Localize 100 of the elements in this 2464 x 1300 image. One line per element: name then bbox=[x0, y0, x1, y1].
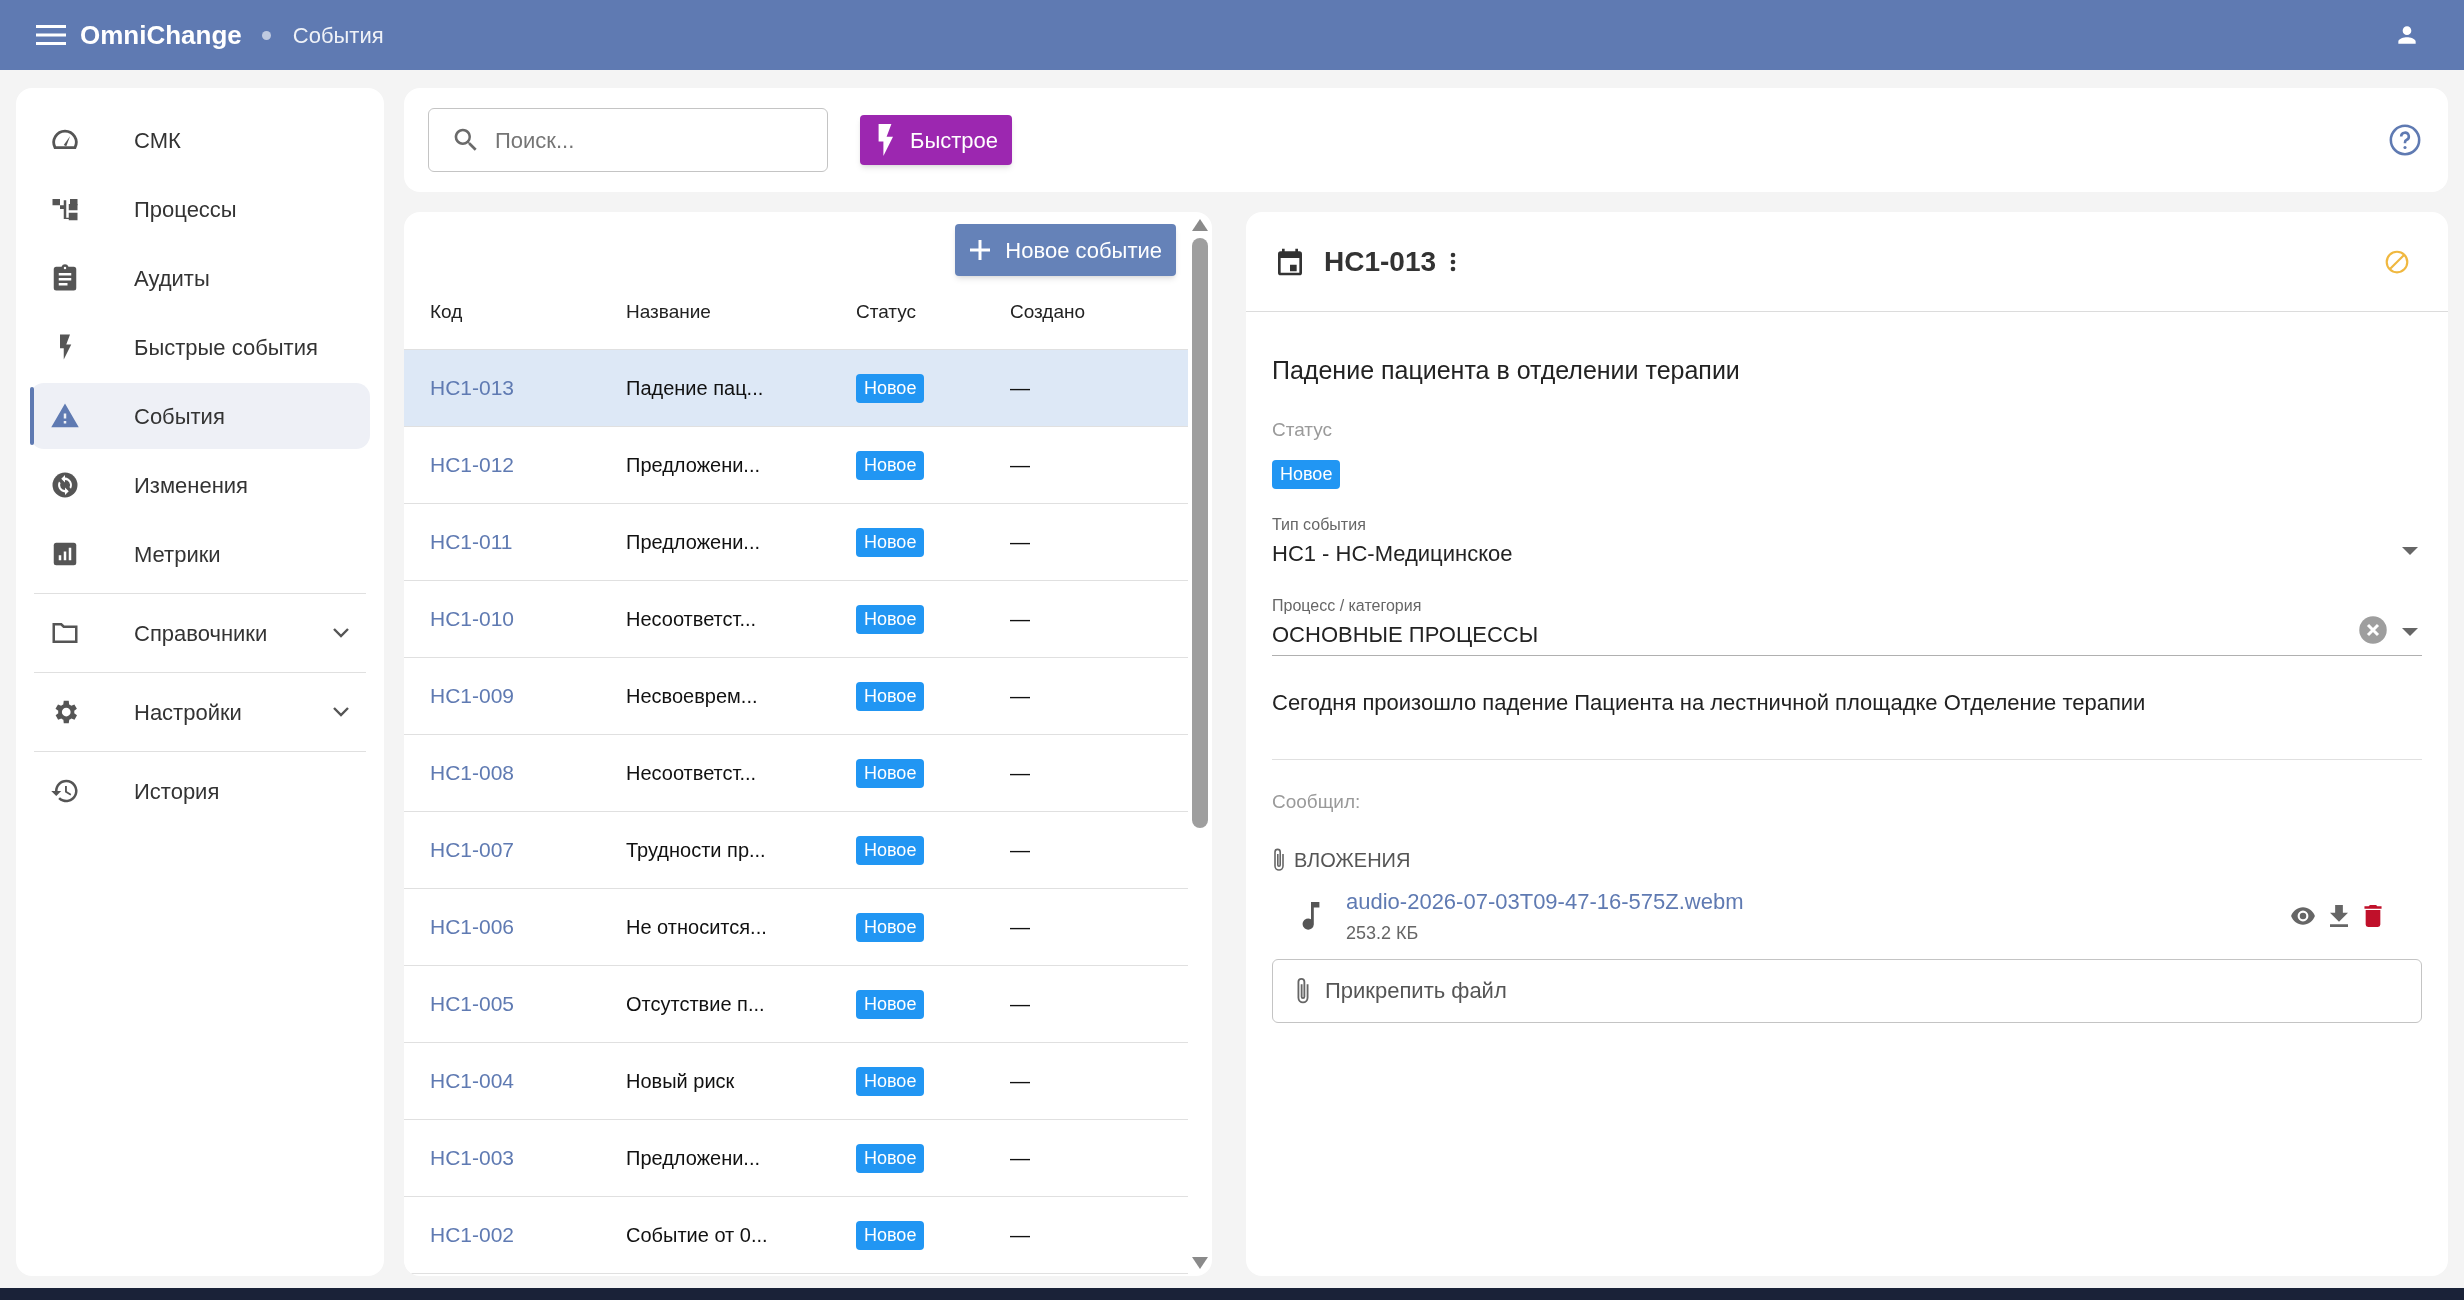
trash-icon[interactable] bbox=[2364, 904, 2382, 927]
chevron-down-icon[interactable] bbox=[332, 627, 350, 639]
status-label: Статус bbox=[1272, 417, 1334, 442]
table-cell-text: Отсутствие п... bbox=[626, 992, 766, 1017]
search-field[interactable]: Поиск... bbox=[428, 108, 828, 172]
file-size: 253.2 КБ bbox=[1346, 921, 1420, 945]
table-cell-text: — bbox=[1010, 992, 1031, 1017]
event-code-link[interactable]: НС1-004 bbox=[430, 1065, 626, 1097]
attachments-heading: ВЛОЖЕНИЯ bbox=[1294, 847, 1411, 873]
table-cell-text: Несвоеврем... bbox=[626, 684, 759, 709]
search-input: Поиск... bbox=[495, 123, 805, 157]
paperclip-icon bbox=[1272, 846, 1286, 873]
status-badge: Новое bbox=[856, 912, 925, 942]
table-cell-text: — bbox=[1010, 1223, 1031, 1248]
reporter-label: Сообщил: bbox=[1272, 790, 1362, 814]
table-cell-text: — bbox=[1010, 376, 1031, 401]
sidebar-item[interactable]: Быстрые события bbox=[30, 314, 370, 380]
table-cell-text: — bbox=[1010, 761, 1031, 786]
event-code-link[interactable]: НС1-006 bbox=[430, 911, 626, 943]
status-badge: Новое bbox=[856, 1143, 925, 1173]
column-header[interactable]: Статус bbox=[856, 298, 1010, 327]
sidebar-item[interactable]: Настройки bbox=[30, 679, 370, 745]
download-icon[interactable] bbox=[2330, 904, 2348, 927]
table-cell-text: Предложени... bbox=[626, 1146, 762, 1171]
quick-event-button[interactable]: Быстрое bbox=[860, 115, 1013, 165]
sidebar-item[interactable]: Метрики bbox=[30, 521, 370, 587]
table-cell-text: — bbox=[1010, 915, 1031, 940]
more-options-icon[interactable] bbox=[1450, 250, 1457, 273]
sidebar-item[interactable]: История bbox=[30, 758, 370, 824]
sync-icon bbox=[50, 470, 80, 500]
new-event-button[interactable]: Новое событие bbox=[955, 224, 1176, 276]
table-row[interactable]: НС1-013 Падение пац... Новое — bbox=[404, 350, 1188, 427]
status-badge: Новое bbox=[856, 1066, 925, 1096]
event-title: Падение пациента в отделении терапии bbox=[1272, 355, 1741, 386]
field-value: НС1 - НС-Медицинское bbox=[1272, 540, 1514, 568]
attachment-link[interactable]: audio-2026-07-03T09-47-16-575Z.webm bbox=[1346, 884, 1744, 918]
chevron-down-icon[interactable] bbox=[332, 706, 350, 718]
field-value: ОСНОВНЫЕ ПРОЦЕССЫ bbox=[1272, 621, 1540, 649]
event-code-title: НС1-013 bbox=[1324, 244, 1437, 279]
sidebar-item[interactable]: События bbox=[30, 383, 370, 449]
event-code-link[interactable]: НС1-008 bbox=[430, 757, 626, 789]
event-code-link[interactable]: НС1-002 bbox=[430, 1219, 626, 1251]
dropdown-arrow-icon[interactable] bbox=[2402, 627, 2418, 637]
table-cell-text: Трудности пр... bbox=[626, 838, 767, 863]
sidebar-item[interactable]: Изменения bbox=[30, 452, 370, 518]
status-badge: Новое bbox=[856, 758, 925, 788]
table-cell-text: Несоответст... bbox=[626, 761, 758, 786]
field-label: Процесс / категория bbox=[1272, 596, 1423, 616]
event-code-link[interactable]: НС1-003 bbox=[430, 1142, 626, 1174]
app-title: OmniChange bbox=[80, 18, 242, 52]
event-code-link[interactable]: НС1-011 bbox=[430, 526, 626, 558]
event-code-link[interactable]: НС1-007 bbox=[430, 834, 626, 866]
event-code-link[interactable]: НС1-012 bbox=[430, 449, 626, 481]
status-badge: Новое bbox=[856, 450, 925, 480]
status-badge: Новое bbox=[856, 604, 925, 634]
status-badge: Новое bbox=[1272, 460, 1341, 489]
dropdown-arrow-icon[interactable] bbox=[2402, 546, 2418, 556]
scroll-up-arrow-icon[interactable] bbox=[1191, 218, 1209, 232]
table-cell-text: — bbox=[1010, 607, 1031, 632]
column-header[interactable]: Код bbox=[430, 298, 626, 327]
status-badge: Новое bbox=[856, 681, 925, 711]
status-badge: Новое bbox=[856, 527, 925, 557]
clear-icon[interactable] bbox=[2358, 615, 2388, 645]
field-label: Тип события bbox=[1272, 515, 1367, 535]
table-cell-text: Новый риск bbox=[626, 1069, 736, 1094]
table-cell-text: Предложени... bbox=[626, 530, 762, 555]
column-header[interactable]: Создано bbox=[1010, 298, 1162, 327]
status-badge: Новое bbox=[856, 835, 925, 865]
status-badge: Новое bbox=[856, 989, 925, 1019]
menu-icon[interactable] bbox=[36, 24, 66, 46]
sidebar-item[interactable]: СМК bbox=[30, 107, 370, 173]
sidebar-item[interactable]: Аудиты bbox=[30, 245, 370, 311]
music-note-icon bbox=[1302, 901, 1320, 930]
scrollbar-thumb[interactable] bbox=[1192, 238, 1208, 828]
table-cell-text: — bbox=[1010, 684, 1031, 709]
select-field[interactable]: Тип события НС1 - НС-Медицинское bbox=[1272, 513, 2422, 574]
scroll-down-arrow-icon[interactable] bbox=[1191, 1256, 1209, 1270]
attach-file-button[interactable]: Прикрепить файл bbox=[1272, 958, 2422, 1023]
table-cell-text: — bbox=[1010, 838, 1031, 863]
table-cell-text: Событие от 0... bbox=[626, 1223, 769, 1248]
event-code-link[interactable]: НС1-005 bbox=[430, 988, 626, 1020]
status-badge: Новое bbox=[856, 1220, 925, 1250]
table-cell-text: — bbox=[1010, 530, 1031, 555]
table-cell-text: — bbox=[1010, 1146, 1031, 1171]
event-description: Сегодня произошло падение Пациента на лестничной площадке Отделение терапии bbox=[1272, 686, 2422, 760]
select-field[interactable]: Процесс / категория ОСНОВНЫЕ ПРОЦЕССЫ bbox=[1272, 594, 2422, 656]
eye-icon[interactable] bbox=[2290, 906, 2316, 925]
table-cell-text: Падение пац... bbox=[626, 376, 765, 401]
table-cell-text: Не относится... bbox=[626, 915, 768, 940]
sidebar-item[interactable]: Процессы bbox=[30, 176, 370, 242]
sidebar-item[interactable]: Справочники bbox=[30, 600, 370, 666]
table-cell-text: Предложени... bbox=[626, 453, 762, 478]
event-code-link[interactable]: НС1-010 bbox=[430, 603, 626, 635]
table-cell-text: — bbox=[1010, 1069, 1031, 1094]
event-code-link[interactable]: НС1-009 bbox=[430, 680, 626, 712]
breadcrumb-text: События bbox=[292, 21, 384, 50]
plus-icon bbox=[969, 239, 992, 261]
column-header[interactable]: Название bbox=[626, 298, 856, 327]
help-icon[interactable] bbox=[2388, 123, 2422, 157]
table-cell-text: — bbox=[1010, 453, 1031, 478]
